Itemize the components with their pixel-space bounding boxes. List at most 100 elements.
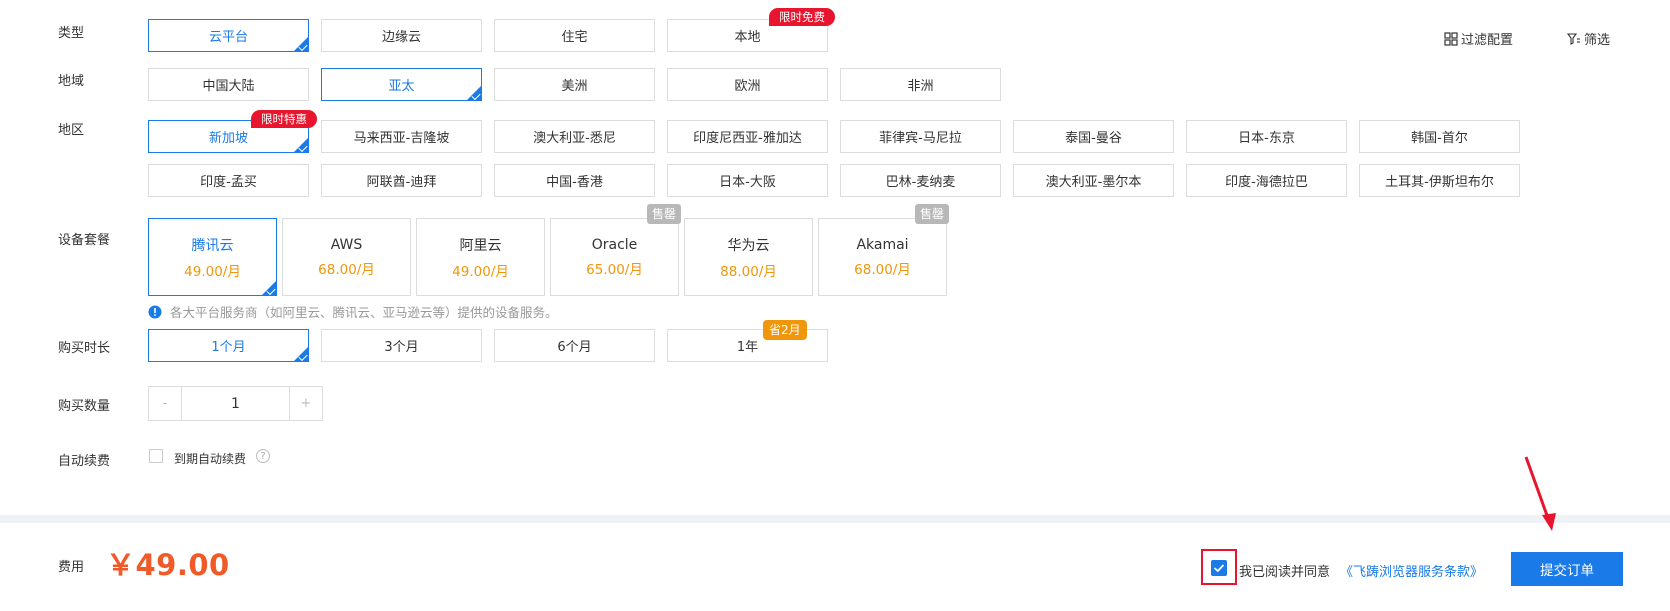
region-option-label: 土耳其-伊斯坦布尔 [1385, 175, 1494, 190]
geo-option-label: 美洲 [561, 79, 588, 94]
package-name: 腾讯云 [191, 237, 234, 254]
region-option[interactable]: 巴林-麦纳麦 [840, 164, 1001, 197]
package-card[interactable]: Oracle 65.00/月 [550, 218, 679, 296]
region-option-label: 菲律宾-马尼拉 [879, 131, 962, 146]
package-card[interactable]: 阿里云 49.00/月 [416, 218, 545, 296]
duration-label: 购买时长 [58, 341, 111, 356]
save-badge: 省2月 [763, 320, 807, 340]
filter-button[interactable]: 筛选 [1567, 29, 1610, 48]
check-icon [266, 285, 276, 296]
help-icon[interactable]: ? [256, 449, 270, 463]
quantity-plus-button[interactable]: + [289, 387, 322, 420]
package-card[interactable]: AWS 68.00/月 [282, 218, 411, 296]
region-option-label: 巴林-麦纳麦 [885, 175, 956, 190]
check-icon [298, 41, 308, 52]
quantity-input[interactable]: 1 [182, 387, 289, 420]
type-option-residential[interactable]: 住宅 [494, 19, 655, 52]
region-option[interactable]: 中国-香港 [494, 164, 655, 197]
region-option-label: 日本-东京 [1238, 131, 1295, 146]
agree-checkbox[interactable] [1211, 560, 1227, 576]
filter-icon [1567, 32, 1580, 45]
quantity-stepper: - 1 + [148, 386, 323, 421]
region-option[interactable]: 印度-孟买 [148, 164, 309, 197]
duration-option-3m[interactable]: 3个月 [321, 329, 482, 362]
package-name: Oracle [591, 236, 638, 253]
quantity-minus-button[interactable]: - [149, 387, 182, 420]
region-option[interactable]: 日本-大阪 [667, 164, 828, 197]
region-option[interactable]: 澳大利亚-悉尼 [494, 120, 655, 153]
package-card[interactable]: Akamai 68.00/月 [818, 218, 947, 296]
geo-option-europe[interactable]: 欧洲 [667, 68, 828, 101]
check-icon [298, 351, 308, 362]
package-card[interactable]: 华为云 88.00/月 [684, 218, 813, 296]
duration-option-label: 1年 [736, 340, 759, 355]
region-label: 地区 [58, 123, 85, 138]
region-option-label: 新加坡 [208, 131, 248, 146]
duration-option-1m[interactable]: 1个月 [148, 329, 309, 362]
package-price: 88.00/月 [720, 263, 777, 280]
region-option-label: 中国-香港 [546, 175, 603, 190]
terms-link[interactable]: 《飞踌浏览器服务条款》 [1340, 561, 1483, 580]
filter-config-button[interactable]: 过滤配置 [1444, 29, 1513, 48]
geo-option-apac[interactable]: 亚太 [321, 68, 482, 101]
geo-option-label: 中国大陆 [202, 79, 255, 94]
geo-option-americas[interactable]: 美洲 [494, 68, 655, 101]
package-notice-text: 各大平台服务商（如阿里云、腾讯云、亚马逊云等）提供的设备服务。 [170, 305, 558, 320]
package-price: 68.00/月 [854, 261, 911, 278]
region-option-label: 阿联酋-迪拜 [366, 175, 437, 190]
type-label: 类型 [58, 26, 85, 41]
checkmark-icon [1213, 564, 1225, 573]
submit-order-button[interactable]: 提交订单 [1511, 552, 1623, 586]
region-option[interactable]: 韩国-首尔 [1359, 120, 1520, 153]
region-option-label: 印度-海德拉巴 [1225, 175, 1308, 190]
region-option[interactable]: 泰国-曼谷 [1013, 120, 1174, 153]
package-price: 65.00/月 [586, 261, 643, 278]
package-label: 设备套餐 [58, 233, 111, 248]
geo-option-label: 欧洲 [734, 79, 761, 94]
fee-label: 费用 [58, 560, 85, 575]
package-name: AWS [330, 236, 363, 253]
geo-option-africa[interactable]: 非洲 [840, 68, 1001, 101]
type-option-label: 本地 [734, 30, 761, 45]
type-option-label: 住宅 [561, 30, 588, 45]
region-option-label: 泰国-曼谷 [1065, 131, 1122, 146]
geo-option-label: 非洲 [907, 79, 934, 94]
region-option[interactable]: 日本-东京 [1186, 120, 1347, 153]
fee-value: ￥49.00 [106, 548, 230, 582]
filter-config-label: 过滤配置 [1461, 33, 1514, 48]
section-divider [0, 515, 1670, 523]
info-icon [148, 305, 162, 318]
package-name: 华为云 [727, 237, 770, 254]
region-option[interactable]: 印度尼西亚-雅加达 [667, 120, 828, 153]
type-option-label: 边缘云 [381, 30, 421, 45]
filter-label: 筛选 [1584, 33, 1611, 48]
package-price: 68.00/月 [318, 261, 375, 278]
type-option-label: 云平台 [208, 30, 248, 45]
geo-label: 地域 [58, 74, 85, 89]
region-option[interactable]: 马来西亚-吉隆坡 [321, 120, 482, 153]
region-option-label: 韩国-首尔 [1411, 131, 1468, 146]
region-option[interactable]: 菲律宾-马尼拉 [840, 120, 1001, 153]
grid-icon [1444, 31, 1458, 46]
free-badge: 限时免费 [769, 8, 835, 26]
package-card[interactable]: 腾讯云 49.00/月 [148, 218, 277, 296]
agree-text: 我已阅读并同意 [1239, 565, 1331, 580]
region-option-label: 印度-孟买 [200, 175, 257, 190]
special-offer-badge: 限时特惠 [251, 110, 317, 128]
region-option[interactable]: 土耳其-伊斯坦布尔 [1359, 164, 1520, 197]
region-option[interactable]: 阿联酋-迪拜 [321, 164, 482, 197]
region-option-label: 澳大利亚-墨尔本 [1045, 175, 1142, 190]
geo-option-label: 亚太 [388, 79, 415, 94]
region-option[interactable]: 澳大利亚-墨尔本 [1013, 164, 1174, 197]
package-name: Akamai [856, 236, 909, 253]
type-option-edge[interactable]: 边缘云 [321, 19, 482, 52]
type-option-cloud[interactable]: 云平台 [148, 19, 309, 52]
geo-option-china[interactable]: 中国大陆 [148, 68, 309, 101]
auto-renew-checkbox[interactable] [149, 449, 163, 463]
region-option[interactable]: 印度-海德拉巴 [1186, 164, 1347, 197]
duration-option-6m[interactable]: 6个月 [494, 329, 655, 362]
region-option-label: 日本-大阪 [719, 175, 776, 190]
duration-option-label: 3个月 [384, 340, 419, 355]
package-price: 49.00/月 [452, 263, 509, 280]
quantity-label: 购买数量 [58, 399, 111, 414]
